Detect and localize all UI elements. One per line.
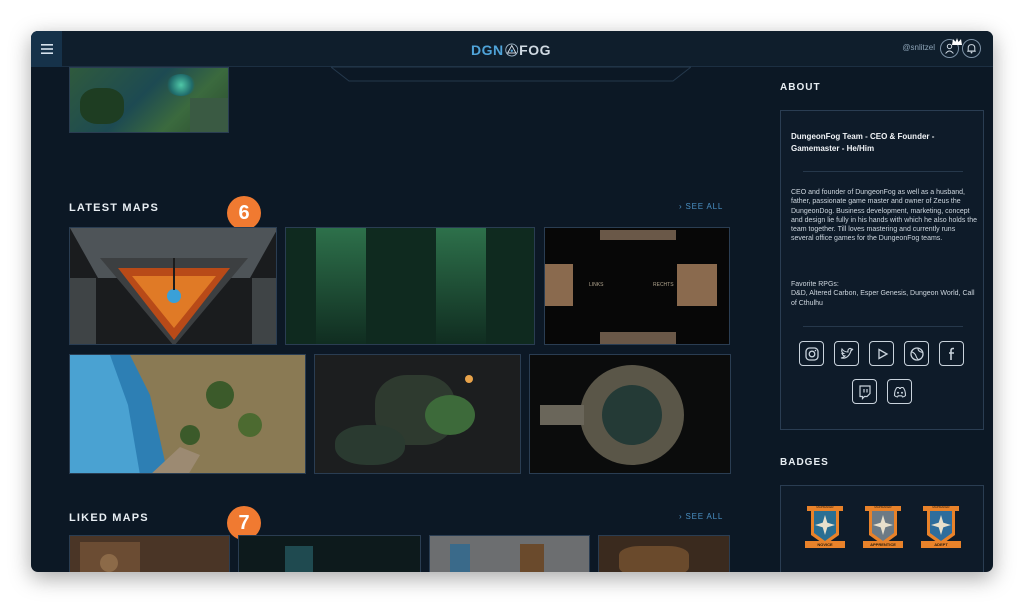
- badge-top-label: MAPMAKER: [932, 505, 950, 509]
- crown-icon: [952, 33, 962, 45]
- badge-apprentice[interactable]: MAPMAKER APPRENTICE: [861, 503, 905, 555]
- liked-maps-title: LIKED MAPS: [69, 512, 149, 524]
- badge-bottom-label: ADEPT: [934, 541, 948, 547]
- main-content: LATEST MAPS 6 › SEE ALL LINKS RECHTS LIK…: [69, 67, 731, 572]
- map-label-left: LINKS: [589, 282, 604, 288]
- website-button[interactable]: [904, 341, 929, 366]
- notifications-button[interactable]: [962, 39, 981, 58]
- badge-top-label: MAPMAKER: [874, 505, 892, 509]
- discord-button[interactable]: [887, 379, 912, 404]
- badges-card: MAPMAKER NOVICE MAPMAKER APPRENTICE MAPM…: [780, 485, 984, 572]
- divider: [803, 326, 963, 327]
- favorite-rpgs-label: Favorite RPGs:: [791, 281, 839, 288]
- map-thumbnail[interactable]: [429, 535, 590, 572]
- twitch-button[interactable]: [852, 379, 877, 404]
- latest-maps-title: LATEST MAPS: [69, 202, 159, 214]
- liked-see-all-link[interactable]: › SEE ALL: [679, 512, 723, 521]
- map-thumbnail[interactable]: [69, 354, 306, 474]
- facebook-icon: [948, 347, 954, 360]
- favorite-rpgs-list: D&D, Altered Carbon, Esper Genesis, Dung…: [791, 290, 975, 307]
- favorite-rpgs: Favorite RPGs: D&D, Altered Carbon, Espe…: [791, 280, 977, 308]
- map-image: [70, 355, 305, 473]
- badge-adept[interactable]: MAPMAKER ADEPT: [919, 503, 963, 555]
- map-thumbnail[interactable]: [238, 535, 421, 572]
- instagram-button[interactable]: [799, 341, 824, 366]
- about-card: DungeonFog Team - CEO & Founder - Gamema…: [780, 110, 984, 430]
- map-thumbnail[interactable]: [598, 535, 730, 572]
- see-all-label: SEE ALL: [685, 512, 724, 521]
- see-all-label: SEE ALL: [685, 202, 724, 211]
- instagram-icon: [804, 346, 819, 361]
- map-thumbnail[interactable]: [69, 535, 230, 572]
- twitch-icon: [858, 384, 871, 400]
- map-thumbnail[interactable]: [529, 354, 731, 474]
- map-thumbnail[interactable]: [314, 354, 521, 474]
- map-thumbnail[interactable]: [285, 227, 535, 345]
- about-heading: DungeonFog Team - CEO & Founder - Gamema…: [791, 132, 935, 153]
- twitter-icon: [840, 347, 853, 359]
- discord-icon: [893, 386, 906, 398]
- map-thumbnail[interactable]: [69, 227, 277, 345]
- map-thumbnail[interactable]: LINKS RECHTS: [544, 227, 730, 345]
- latest-see-all-link[interactable]: › SEE ALL: [679, 202, 723, 211]
- bell-icon: [967, 44, 976, 54]
- globe-icon: [909, 346, 924, 361]
- badge-emblem: [921, 506, 961, 548]
- youtube-icon: [877, 347, 888, 360]
- map-label-right: RECHTS: [653, 282, 674, 288]
- badge-novice[interactable]: MAPMAKER NOVICE: [803, 503, 847, 555]
- step-marker: 6: [227, 196, 261, 230]
- badges-title: BADGES: [780, 457, 829, 468]
- about-title: ABOUT: [780, 82, 821, 93]
- facebook-button[interactable]: [939, 341, 964, 366]
- badge-top-label: MAPMAKER: [816, 505, 834, 509]
- badge-emblem: [863, 506, 903, 548]
- map-image: [70, 228, 276, 344]
- about-description: CEO and founder of DungeonFog as well as…: [791, 189, 978, 243]
- map-thumbnail[interactable]: [69, 67, 229, 133]
- twitter-button[interactable]: [834, 341, 859, 366]
- username-label[interactable]: @snlitzel: [902, 43, 935, 52]
- badge-bottom-label: NOVICE: [817, 541, 833, 547]
- youtube-button[interactable]: [869, 341, 894, 366]
- divider: [803, 171, 963, 172]
- badge-emblem: [805, 506, 845, 548]
- app-window: DGN FOG @snlitzel LATEST MAPS 6 › SEE AL…: [31, 31, 993, 572]
- hamburger-icon: [40, 44, 53, 54]
- menu-button[interactable]: [31, 31, 62, 67]
- badge-bottom-label: APPRENTICE: [870, 541, 896, 547]
